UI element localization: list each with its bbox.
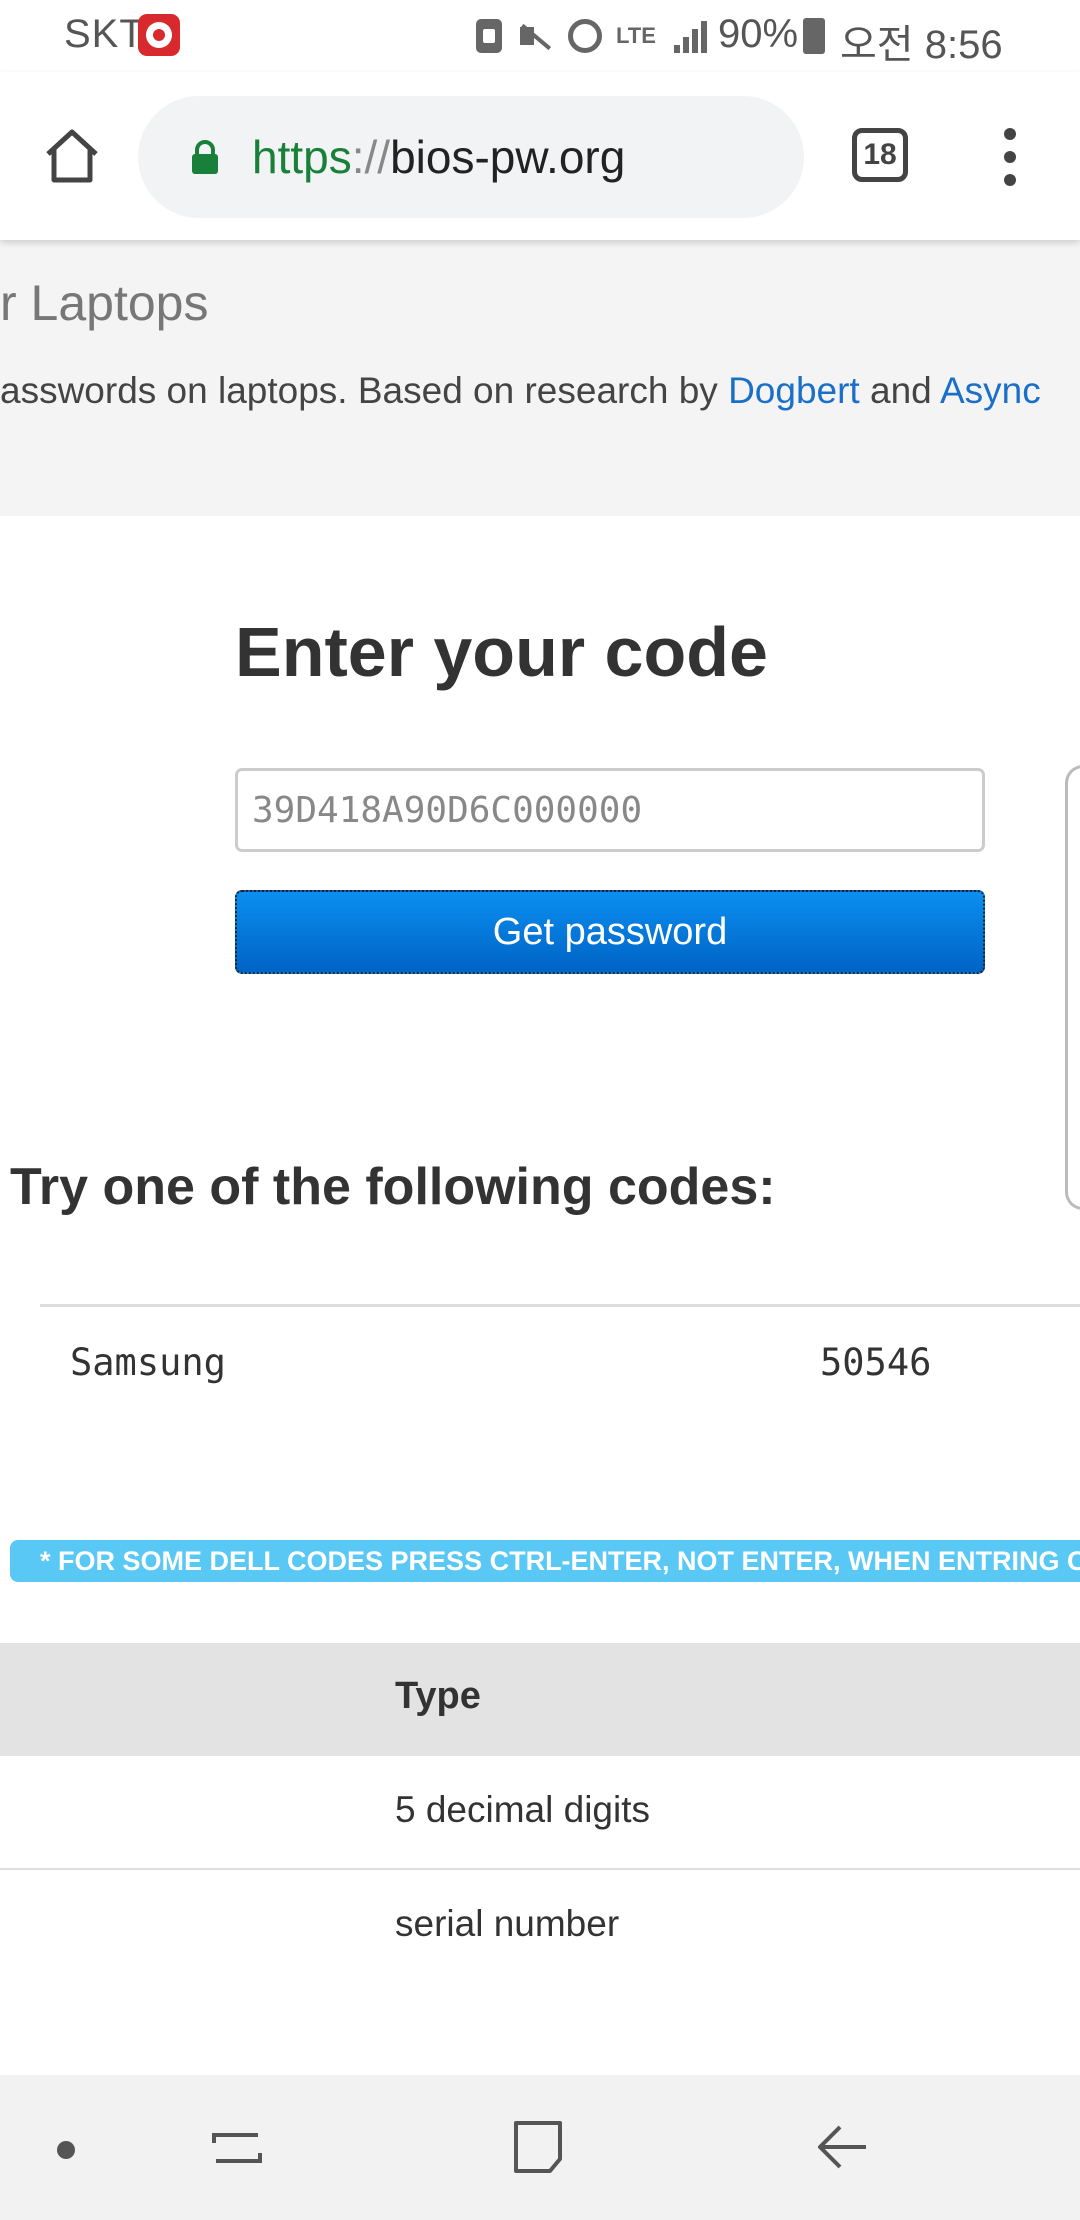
enter-code-heading: Enter your code [235,613,768,691]
type-column-header: Type [395,1675,481,1717]
intro-and: and [859,370,940,411]
table-row: Samsung 50546 [40,1307,1080,1417]
browser-toolbar: https://bios-pw.org 18 [0,72,1080,240]
tab-switcher-button[interactable]: 18 [852,128,908,182]
side-panel-edge [1065,765,1080,1210]
home-icon [46,129,98,183]
type-cell: serial number [395,1903,620,1944]
table-header: Type [0,1643,1080,1756]
screen-recorder-icon [138,14,180,56]
battery-percent: 90% [718,12,799,56]
home-button[interactable] [40,124,104,188]
results-heading: Try one of the following codes: [10,1158,776,1216]
lock-icon [192,140,218,174]
status-bar: SKT LTE 90% 오전 8:56 [0,0,1080,72]
intro-text: asswords on laptops. Based on research b… [0,370,729,411]
address-bar[interactable]: https://bios-pw.org [138,96,804,218]
mute-icon [516,19,554,53]
secure-folder-icon [476,19,502,53]
page-intro: asswords on laptops. Based on research b… [0,370,1041,412]
async-link[interactable]: Async [940,370,1041,411]
home-nav-icon[interactable] [512,2119,566,2175]
codes-table: Samsung 50546 [40,1304,1080,1417]
table-row: serial number [0,1870,1080,1984]
page-title: r Laptops [0,275,209,331]
code-cell: 50546 [820,1341,932,1384]
recents-icon[interactable] [208,2123,266,2173]
code-input[interactable] [235,768,985,852]
system-navigation-bar [0,2075,1080,2220]
status-icons: LTE [476,14,712,58]
type-cell: 5 decimal digits [395,1789,651,1830]
dell-notice-banner: * FOR SOME DELL CODES PRESS CTRL-ENTER, … [10,1540,1080,1582]
nav-dot-icon[interactable] [57,2141,75,2159]
url-host: bios-pw.org [390,131,626,183]
type-table: Type 5 decimal digits serial number [0,1643,1080,1984]
page-header: r Laptops asswords on laptops. Based on … [0,240,1080,516]
url-scheme: https [252,131,352,183]
signal-icon [672,19,712,53]
battery-icon [803,18,825,54]
url-text: https://bios-pw.org [252,130,625,184]
brand-cell: Samsung [70,1341,226,1384]
clock: 오전 8:56 [840,23,1003,67]
table-row: 5 decimal digits [0,1756,1080,1870]
carrier-label: SKT [64,12,145,56]
back-icon[interactable] [814,2121,870,2173]
alarm-icon [568,19,602,53]
get-password-button[interactable]: Get password [235,890,985,974]
dogbert-link[interactable]: Dogbert [728,370,860,411]
lte-icon: LTE [616,23,656,48]
overflow-menu-button[interactable] [990,128,1030,186]
url-separator: :// [351,131,391,183]
